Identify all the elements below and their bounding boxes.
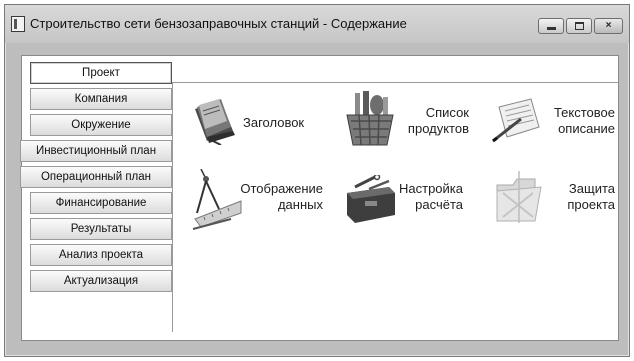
book-icon xyxy=(195,99,235,145)
app-icon[interactable] xyxy=(11,16,25,32)
sidebar-item-company[interactable]: Компания xyxy=(30,88,172,110)
content-area: Проект Компания Окружение Инвестиционный… xyxy=(20,55,619,341)
locked-folder-icon xyxy=(496,171,542,223)
tile-title-label: Заголовок xyxy=(243,115,305,130)
sidebar-item-operational-plan[interactable]: Операционный план xyxy=(20,166,172,188)
maximize-button[interactable] xyxy=(566,18,592,34)
maximize-icon xyxy=(575,22,584,30)
sidebar-item-results[interactable]: Результаты xyxy=(30,218,172,240)
content-panel: Заголовок Список продуктов Текстовое опи… xyxy=(172,82,618,332)
tile-product-list-label-1: Список xyxy=(425,105,469,120)
tile-text-description-label-2: описание xyxy=(558,121,615,136)
window-title: Строительство сети бензозаправочных стан… xyxy=(30,16,407,31)
tile-data-display[interactable]: Отображение данных xyxy=(191,169,323,235)
minimize-button[interactable] xyxy=(538,18,564,34)
sidebar-item-actualization[interactable]: Актуализация xyxy=(30,270,172,292)
tile-project-protection-label-2: проекта xyxy=(567,197,615,212)
close-button[interactable]: × xyxy=(594,18,623,34)
drafting-tools-icon xyxy=(192,169,242,230)
basket-icon xyxy=(346,91,394,146)
tile-calculation-settings-label-2: расчёта xyxy=(415,197,463,212)
toolbox-icon xyxy=(347,175,395,223)
sidebar-item-investment-plan[interactable]: Инвестиционный план xyxy=(20,140,172,162)
tile-product-list-label-2: продуктов xyxy=(407,121,469,136)
sidebar-item-project[interactable]: Проект xyxy=(30,62,172,84)
tile-text-description[interactable]: Текстовое описание xyxy=(491,91,617,153)
tile-data-display-label-1: Отображение xyxy=(240,181,323,196)
tile-project-protection[interactable]: Защита проекта xyxy=(491,169,617,233)
document-pen-icon xyxy=(492,98,540,143)
minimize-icon xyxy=(547,27,556,30)
tile-calculation-settings-label-1: Настройка xyxy=(399,181,463,196)
tile-calculation-settings[interactable]: Настройка расчёта xyxy=(345,169,473,233)
sidebar-item-project-analysis[interactable]: Анализ проекта xyxy=(30,244,172,266)
tile-title[interactable]: Заголовок xyxy=(191,93,321,153)
sidebar-item-financing[interactable]: Финансирование xyxy=(30,192,172,214)
tile-product-list[interactable]: Список продуктов xyxy=(345,91,475,153)
tile-project-protection-label-1: Защита xyxy=(568,181,615,196)
sidebar-item-environment[interactable]: Окружение xyxy=(30,114,172,136)
tile-data-display-label-2: данных xyxy=(277,197,323,212)
app-window: Строительство сети бензозаправочных стан… xyxy=(4,4,630,357)
tile-text-description-label-1: Текстовое xyxy=(553,105,615,120)
title-bar[interactable]: Строительство сети бензозаправочных стан… xyxy=(5,5,629,43)
